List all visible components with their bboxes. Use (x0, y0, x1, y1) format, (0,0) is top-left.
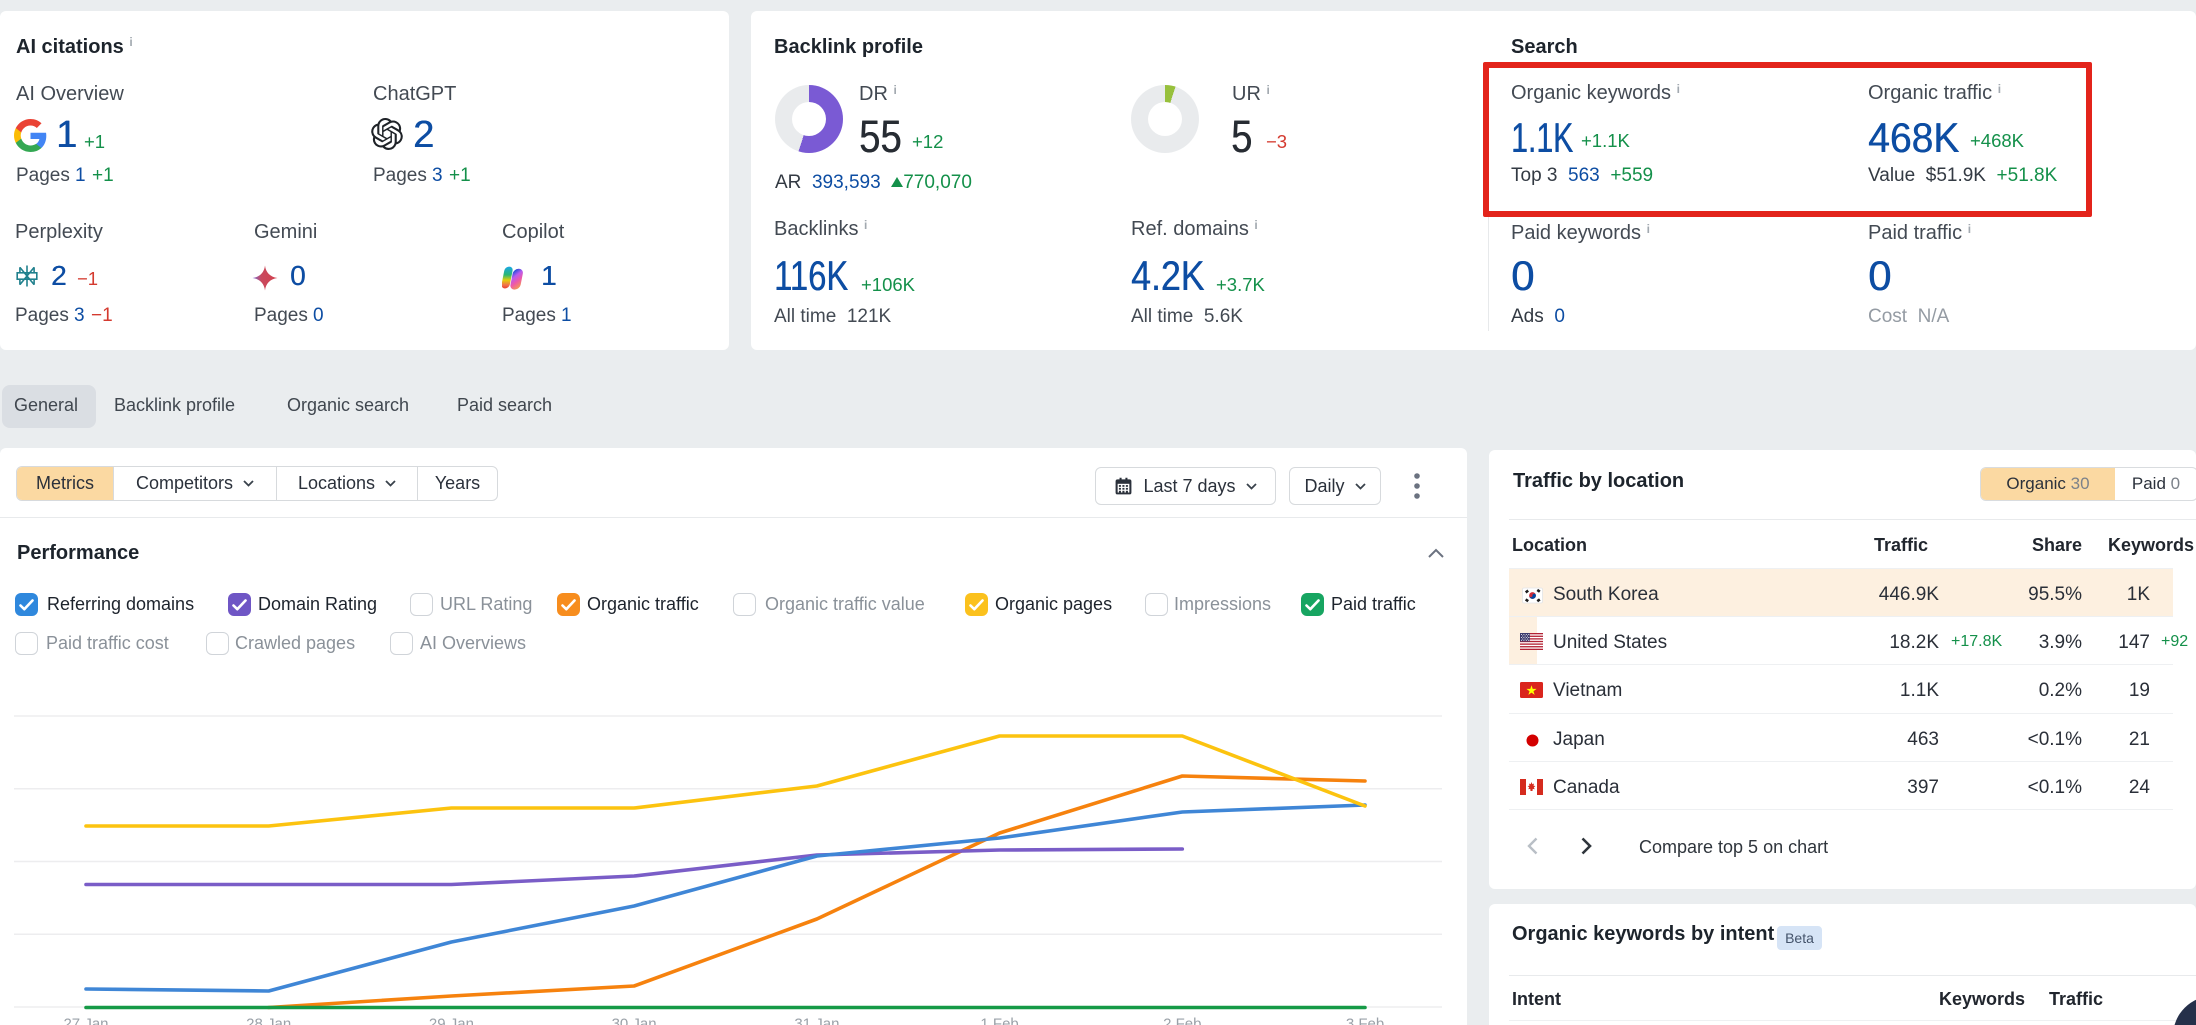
svg-text:3 Feb: 3 Feb (1346, 1016, 1384, 1025)
svg-text:31 Jan: 31 Jan (794, 1016, 839, 1025)
svg-text:30 Jan: 30 Jan (612, 1016, 657, 1025)
svg-text:28 Jan: 28 Jan (246, 1016, 291, 1025)
svg-text:1 Feb: 1 Feb (980, 1016, 1018, 1025)
svg-text:27 Jan: 27 Jan (63, 1016, 108, 1025)
svg-text:2 Feb: 2 Feb (1163, 1016, 1201, 1025)
svg-text:29 Jan: 29 Jan (429, 1016, 474, 1025)
